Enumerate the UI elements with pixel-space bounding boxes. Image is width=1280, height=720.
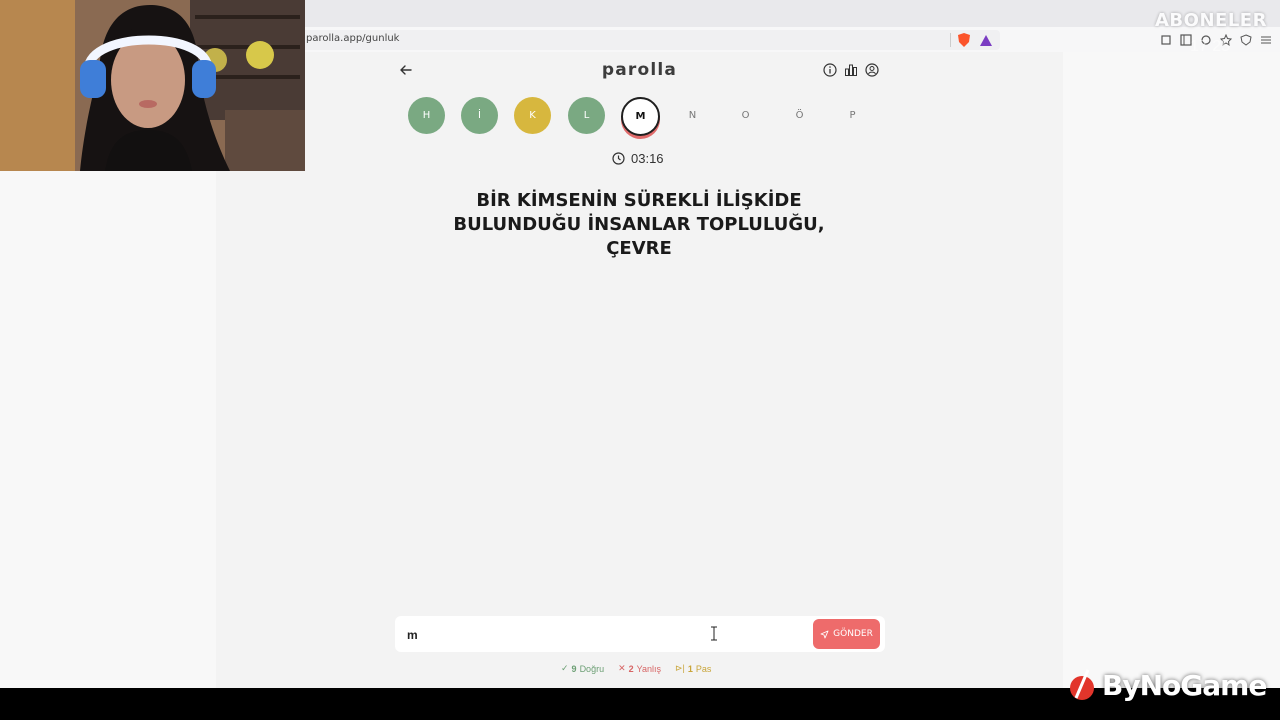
stats-icon[interactable] bbox=[844, 63, 858, 77]
letter-m-current[interactable]: M bbox=[621, 97, 660, 136]
vpn-icon[interactable] bbox=[1240, 33, 1252, 46]
letter-o-umlaut[interactable]: Ö bbox=[781, 97, 818, 134]
correct-stat: ✓ 9 Doğru bbox=[561, 663, 604, 674]
letter-h[interactable]: H bbox=[408, 97, 445, 134]
brave-rewards-icon[interactable] bbox=[980, 33, 992, 47]
answer-input[interactable] bbox=[405, 624, 799, 646]
wrong-stat: ✕ 2 Yanlış bbox=[618, 663, 661, 674]
wrong-count: 2 bbox=[628, 663, 634, 674]
pass-label: Pas bbox=[695, 663, 712, 674]
send-icon bbox=[820, 630, 829, 638]
letter-o[interactable]: O bbox=[727, 97, 764, 134]
letter-k[interactable]: K bbox=[514, 97, 551, 134]
extensions-icon[interactable] bbox=[1160, 33, 1172, 45]
brand-watermark: ByNoGame bbox=[1068, 668, 1267, 702]
webcam-overlay bbox=[0, 0, 305, 171]
address-bar[interactable]: parolla.app/gunluk bbox=[300, 30, 1000, 50]
score-stats: ✓ 9 Doğru ✕ 2 Yanlış ⊳| 1 Pas bbox=[561, 663, 711, 674]
correct-label: Doğru bbox=[579, 663, 605, 674]
clock-icon bbox=[612, 152, 625, 165]
cross-icon: ✕ bbox=[618, 663, 626, 673]
letter-p[interactable]: P bbox=[834, 97, 871, 134]
header-actions bbox=[823, 63, 879, 77]
letter-i-dotted[interactable]: İ bbox=[461, 97, 498, 134]
pass-stat: ⊳| 1 Pas bbox=[675, 663, 711, 674]
subscribers-label: ABONELER bbox=[1155, 10, 1267, 31]
pass-count: 1 bbox=[687, 663, 693, 674]
skip-icon: ⊳| bbox=[675, 663, 685, 673]
send-button[interactable]: GÖNDER bbox=[813, 619, 880, 649]
letter-l[interactable]: L bbox=[568, 97, 605, 134]
letter-n[interactable]: N bbox=[674, 97, 711, 134]
question-text: BİR KİMSENİN SÜREKLİ İLİŞKİDE BULUNDUĞU … bbox=[453, 190, 825, 259]
correct-count: 9 bbox=[571, 663, 577, 674]
streamer-webcam-image bbox=[0, 0, 305, 171]
check-icon: ✓ bbox=[561, 663, 569, 673]
brand-text: ByNoGame bbox=[1102, 668, 1267, 702]
url-divider bbox=[950, 33, 951, 47]
bynogame-logo-icon bbox=[1070, 669, 1094, 700]
app-logo: parolla bbox=[601, 60, 678, 80]
send-label: GÖNDER bbox=[833, 629, 873, 639]
answer-form: GÖNDER bbox=[395, 616, 885, 652]
info-icon[interactable] bbox=[823, 63, 837, 77]
parolla-app: parolla H İ K L M N O Ö P 03:16 BİR KİMS… bbox=[216, 52, 1063, 688]
menu-icon[interactable] bbox=[1260, 33, 1272, 45]
brave-shield-icon[interactable] bbox=[958, 33, 970, 47]
timer-text: 03:16 bbox=[631, 151, 664, 166]
text-cursor-icon bbox=[711, 626, 717, 641]
profile-icon[interactable] bbox=[865, 63, 879, 77]
wrong-label: Yanlış bbox=[636, 663, 661, 674]
subscribers-count: 17 25 bbox=[1190, 38, 1231, 55]
url-text: parolla.app/gunluk bbox=[306, 33, 400, 44]
countdown-timer: 03:16 bbox=[612, 151, 664, 166]
page-right-margin bbox=[1063, 52, 1280, 688]
